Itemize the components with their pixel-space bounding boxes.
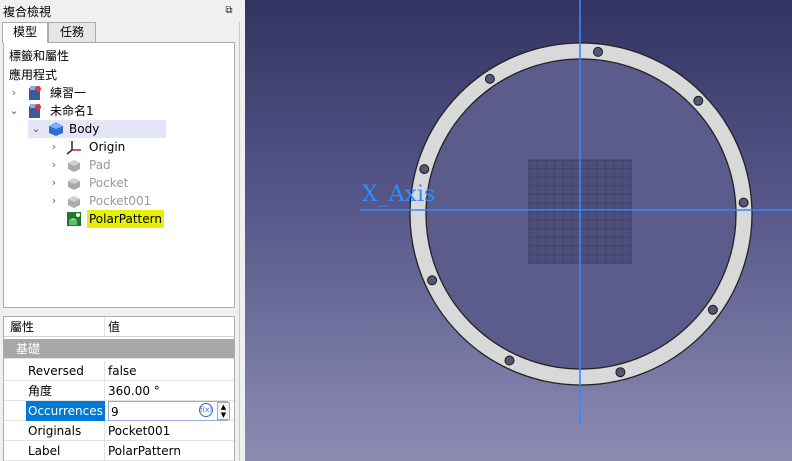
property-group[interactable]: 基礎	[4, 339, 234, 359]
pocket-icon	[66, 193, 82, 209]
tree-item-doc-1[interactable]: › 練習一	[4, 84, 234, 102]
property-name: Reversed	[4, 361, 105, 381]
property-value[interactable]: PolarPattern	[108, 441, 181, 461]
pad-icon	[66, 157, 82, 173]
polar-pattern-icon	[66, 211, 82, 227]
tree-item-doc-2[interactable]: ⌄ 未命名1	[4, 102, 234, 120]
chevron-right-icon[interactable]: ›	[49, 174, 59, 192]
body-icon	[48, 121, 64, 137]
property-name: Label	[4, 441, 105, 461]
bolt-hole	[419, 164, 430, 175]
bolt-hole	[504, 355, 515, 366]
pocket-icon	[66, 175, 82, 191]
origin-icon	[66, 139, 82, 155]
tree-item-polar-pattern[interactable]: PolarPattern	[4, 210, 234, 228]
property-value[interactable]: Pocket001	[108, 421, 170, 441]
tree-item-label: Pad	[89, 158, 111, 172]
property-name: 角度	[4, 381, 105, 401]
property-value[interactable]: false	[108, 361, 137, 381]
tree-item-body[interactable]: ⌄ Body	[28, 120, 166, 138]
chevron-down-icon[interactable]: ⌄	[9, 102, 19, 120]
panel-title-bar: 複合檢視 ⧉	[0, 0, 240, 22]
property-group-label: 基礎	[16, 342, 41, 356]
tab-tasks[interactable]: 任務	[48, 22, 96, 42]
bolt-hole	[693, 95, 704, 106]
tree-header: 標籤和屬性	[9, 49, 70, 63]
property-row-occurrences[interactable]: Occurrences 9 f(x) ▲ ▼	[4, 401, 234, 421]
combo-view-panel: 複合檢視 ⧉ 模型 任務 標籤和屬性 應用程式 › 練習一 ⌄ 未命名1 ⌄ B…	[0, 0, 240, 461]
panel-title: 複合檢視	[3, 5, 52, 19]
x-axis-label: X_Axis	[362, 182, 436, 207]
property-header: 屬性 值	[4, 317, 234, 337]
property-row-originals[interactable]: Originals Pocket001	[4, 421, 234, 441]
property-row-angle[interactable]: 角度 360.00 °	[4, 381, 234, 401]
3d-view[interactable]: X_Axis	[245, 0, 792, 461]
tree-item-label: Pocket001	[89, 194, 152, 208]
tree-app-label: 應用程式	[9, 68, 58, 82]
tree-item-label: Body	[69, 122, 100, 136]
3d-scene[interactable]	[245, 0, 792, 461]
spin-arrows-icon[interactable]: ▲ ▼	[217, 402, 230, 420]
expression-icon[interactable]: f(x)	[199, 403, 213, 417]
tree-item-origin[interactable]: › Origin	[4, 138, 234, 156]
bolt-hole	[427, 275, 438, 286]
bolt-hole	[593, 46, 603, 57]
chevron-right-icon[interactable]: ›	[49, 192, 59, 210]
tree-item-label: Origin	[89, 140, 126, 154]
property-name-cell: Occurrences	[4, 401, 105, 421]
tree-item-pocket001[interactable]: › Pocket001	[4, 192, 234, 210]
tab-model[interactable]: 模型	[2, 22, 48, 43]
chevron-right-icon[interactable]: ›	[9, 84, 19, 102]
chevron-right-icon[interactable]: ›	[49, 138, 59, 156]
property-column-header: 屬性	[4, 317, 105, 337]
tree-item-pad[interactable]: › Pad	[4, 156, 234, 174]
bolt-hole	[738, 197, 749, 208]
property-name: Originals	[4, 421, 105, 441]
property-row-label[interactable]: Label PolarPattern	[4, 441, 234, 461]
property-row-reversed[interactable]: Reversed false	[4, 361, 234, 381]
property-value[interactable]: 360.00 °	[108, 381, 160, 401]
document-icon	[27, 85, 43, 101]
tree-item-label: PolarPattern	[87, 210, 164, 228]
property-editor: 屬性 值 基礎 Reversed false 角度 360.00 ° Occur…	[3, 316, 235, 461]
float-panel-button[interactable]: ⧉	[222, 4, 236, 17]
tree-item-label: 練習一	[50, 86, 87, 100]
property-value[interactable]: 9	[109, 405, 119, 419]
model-tree: 標籤和屬性 應用程式 › 練習一 ⌄ 未命名1 ⌄ Body › Origin …	[3, 42, 235, 308]
bolt-hole	[484, 73, 495, 84]
property-name: Occurrences	[26, 401, 105, 421]
chevron-down-icon[interactable]: ⌄	[31, 120, 41, 138]
tree-item-pocket[interactable]: › Pocket	[4, 174, 234, 192]
chevron-right-icon[interactable]: ›	[49, 156, 59, 174]
value-column-header: 值	[108, 320, 121, 334]
bolt-hole	[615, 367, 626, 378]
tree-item-label: Pocket	[89, 176, 129, 190]
document-icon	[27, 103, 43, 119]
tree-item-label: 未命名1	[50, 104, 94, 118]
bolt-hole	[707, 304, 718, 315]
